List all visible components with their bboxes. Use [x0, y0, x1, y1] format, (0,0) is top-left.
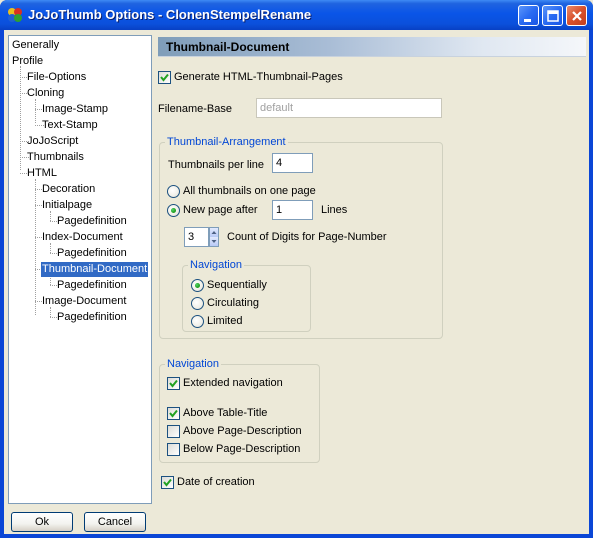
- check-icon: [169, 379, 178, 388]
- generate-html-checkbox[interactable]: [158, 71, 171, 84]
- tree-item-jojoscript[interactable]: JoJoScript: [26, 134, 79, 149]
- date-of-creation-checkbox[interactable]: [161, 476, 174, 489]
- thumbnails-per-line-input[interactable]: 4: [272, 153, 313, 173]
- tree-item-cloning[interactable]: Cloning: [26, 86, 65, 101]
- thumbnail-arrangement-title: Thumbnail-Arrangement: [165, 136, 288, 149]
- check-icon: [163, 478, 172, 487]
- digits-label: Count of Digits for Page-Number: [227, 231, 387, 243]
- close-icon: [572, 11, 582, 21]
- cancel-button[interactable]: Cancel: [84, 512, 146, 532]
- tree-item-pagedefinition[interactable]: Pagedefinition: [56, 310, 128, 325]
- tree-item-image-document[interactable]: Image-Document: [41, 294, 127, 309]
- circulating-label[interactable]: Circulating: [207, 297, 259, 310]
- window-title: JoJoThumb Options - ClonenStempelRename: [28, 7, 312, 22]
- maximize-button[interactable]: [542, 5, 563, 26]
- radio-dot: [171, 208, 176, 213]
- section-header: Thumbnail-Document: [158, 37, 586, 57]
- ok-button[interactable]: Ok: [11, 512, 73, 532]
- generate-html-label[interactable]: Generate HTML-Thumbnail-Pages: [174, 71, 343, 84]
- filename-base-input[interactable]: default: [256, 98, 442, 118]
- check-icon: [160, 73, 169, 82]
- above-table-title-label[interactable]: Above Table-Title: [183, 407, 267, 420]
- tree-item-profile[interactable]: Profile: [11, 54, 44, 69]
- tree-connector: [35, 99, 36, 123]
- sequentially-label[interactable]: Sequentially: [207, 279, 267, 292]
- circulating-radio[interactable]: [191, 297, 204, 310]
- sequentially-radio[interactable]: [191, 279, 204, 292]
- tree-item-pagedefinition[interactable]: Pagedefinition: [56, 246, 128, 261]
- tree-item-image-stamp[interactable]: Image-Stamp: [41, 102, 109, 117]
- close-button[interactable]: [566, 5, 587, 26]
- above-table-title-checkbox[interactable]: [167, 407, 180, 420]
- all-on-one-page-label[interactable]: All thumbnails on one page: [183, 185, 316, 198]
- limited-label[interactable]: Limited: [207, 315, 242, 328]
- minimize-button[interactable]: [518, 5, 539, 26]
- settings-tree[interactable]: Generally Profile File-Options Cloning I…: [8, 35, 152, 504]
- new-page-after-radio[interactable]: [167, 204, 180, 217]
- above-page-description-checkbox[interactable]: [167, 425, 180, 438]
- date-of-creation-label[interactable]: Date of creation: [177, 476, 255, 489]
- limited-radio[interactable]: [191, 315, 204, 328]
- tree-item-pagedefinition[interactable]: Pagedefinition: [56, 214, 128, 229]
- tree-item-index-document[interactable]: Index-Document: [41, 230, 124, 245]
- tree-item-text-stamp[interactable]: Text-Stamp: [41, 118, 99, 133]
- inner-navigation-title: Navigation: [188, 259, 244, 272]
- minimize-icon: [524, 19, 531, 22]
- filename-base-label: Filename-Base: [158, 103, 232, 115]
- tree-item-html[interactable]: HTML: [26, 166, 58, 181]
- tree-item-pagedefinition[interactable]: Pagedefinition: [56, 278, 128, 293]
- options-window: JoJoThumb Options - ClonenStempelRename: [0, 0, 593, 538]
- above-page-description-label[interactable]: Above Page-Description: [183, 425, 302, 438]
- tree-item-generally[interactable]: Generally: [11, 38, 60, 53]
- lines-label: Lines: [321, 204, 348, 216]
- section-title: Thumbnail-Document: [166, 40, 290, 54]
- check-icon: [169, 409, 178, 418]
- all-on-one-page-radio[interactable]: [167, 185, 180, 198]
- new-page-after-input[interactable]: 1: [272, 200, 313, 220]
- below-page-description-label[interactable]: Below Page-Description: [183, 443, 300, 456]
- thumbnails-per-line-label: Thumbnails per line: [168, 159, 264, 171]
- below-page-description-checkbox[interactable]: [167, 443, 180, 456]
- tree-item-decoration[interactable]: Decoration: [41, 182, 96, 197]
- app-icon[interactable]: [7, 7, 23, 23]
- digits-input[interactable]: 3: [184, 227, 209, 247]
- spin-arrows-icon: [211, 231, 217, 243]
- tree-item-thumbnail-document[interactable]: Thumbnail-Document: [39, 261, 150, 278]
- maximize-icon: [547, 10, 559, 22]
- extended-navigation-checkbox[interactable]: [167, 377, 180, 390]
- extended-navigation-label[interactable]: Extended navigation: [183, 377, 283, 390]
- tree-item-initialpage[interactable]: Initialpage: [41, 198, 93, 213]
- tree-connector: [35, 179, 36, 315]
- navigation-group-title: Navigation: [165, 358, 221, 371]
- new-page-after-label[interactable]: New page after: [183, 204, 258, 217]
- title-bar[interactable]: JoJoThumb Options - ClonenStempelRename: [0, 0, 593, 30]
- tree-item-thumbnails[interactable]: Thumbnails: [26, 150, 85, 165]
- tree-item-file-options[interactable]: File-Options: [26, 70, 87, 85]
- tree-connector: [20, 66, 21, 170]
- client-area: Generally Profile File-Options Cloning I…: [4, 30, 589, 534]
- radio-dot: [195, 283, 200, 288]
- digits-spinner[interactable]: [209, 227, 219, 247]
